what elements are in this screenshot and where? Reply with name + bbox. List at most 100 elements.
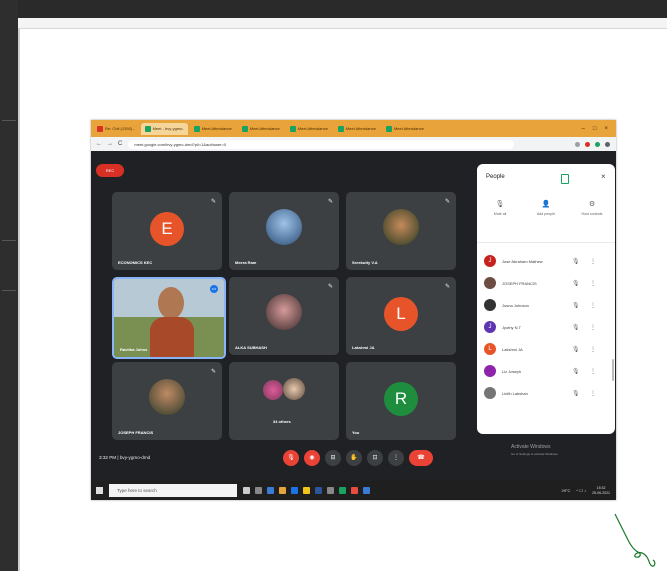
browser-tab[interactable]: Meet Attendance	[334, 123, 380, 135]
mic-off-icon: ✎	[210, 369, 216, 375]
participant-row[interactable]: L Lakshmi JA 🎙 ⋮	[477, 338, 615, 360]
maximize-icon[interactable]: □	[593, 126, 597, 132]
host-controls-button[interactable]: ⚙ Host controls	[572, 200, 612, 216]
browser-tab[interactable]: Meet Attendance	[190, 123, 236, 135]
participant-tile-self[interactable]: R You	[346, 362, 456, 440]
participant-name: Liz Joseph	[502, 368, 522, 374]
avatar: J	[484, 255, 496, 267]
panel-title: People	[486, 174, 505, 180]
participant-tile[interactable]: E ✎ ECONOMICS KEC	[112, 192, 222, 270]
participant-tile[interactable]: L ✎ Lakshmi JA	[346, 277, 456, 355]
participant-row[interactable]: Liz Joseph 🎙 ⋮	[477, 360, 615, 382]
mic-off-icon[interactable]: 🎙	[572, 280, 590, 287]
browser-tab[interactable]: Meet Attendance	[286, 123, 332, 135]
more-options-icon[interactable]: ⋮	[590, 258, 596, 265]
meeting-code: bvy-ygmo-dmd	[119, 455, 151, 460]
tab-label: Meet Attendance	[249, 125, 280, 131]
participant-tile-others[interactable]: 34 others	[229, 362, 339, 440]
participant-tile[interactable]: ✎ Meera Ram	[229, 192, 339, 270]
avatar	[149, 379, 185, 415]
participant-row[interactable]: JOSEPH FRANCIS 🎙 ⋮	[477, 272, 615, 294]
mic-off-icon[interactable]: 🎙	[572, 258, 590, 265]
add-person-icon: 👤	[541, 201, 551, 208]
participant-row[interactable]: Linith Lakshan 🎙 ⋮	[477, 382, 615, 404]
app-icon[interactable]	[327, 487, 334, 494]
tray-icons[interactable]: ^ ☐ ♪	[576, 488, 586, 493]
app-icon[interactable]	[363, 487, 370, 494]
app-icon[interactable]	[279, 487, 286, 494]
system-tray: 29°C ^ ☐ ♪ 15:32 25-06-2021	[561, 486, 616, 496]
captions-button[interactable]: ⊟	[325, 450, 341, 466]
window-controls: – □ ×	[582, 126, 616, 132]
document-icon[interactable]	[561, 174, 569, 184]
edge-icon[interactable]	[291, 487, 298, 494]
taskbar-clock[interactable]: 15:32 25-06-2021	[592, 486, 610, 496]
mic-off-icon[interactable]: 🎙	[572, 324, 590, 331]
action-label: Mute all	[493, 212, 507, 216]
task-view-icon[interactable]	[243, 487, 250, 494]
participant-tile[interactable]: ✎ JOSEPH FRANCIS	[112, 362, 222, 440]
close-icon[interactable]: ×	[601, 172, 606, 181]
participant-tile[interactable]: ✎ Sreekutty V.A	[346, 192, 456, 270]
windows-start-icon[interactable]	[96, 487, 103, 494]
close-window-icon[interactable]: ×	[604, 126, 608, 132]
more-options-icon[interactable]: ⋮	[590, 302, 596, 309]
app-icon[interactable]	[255, 487, 262, 494]
menu-icon[interactable]	[605, 141, 610, 147]
participant-name: Sreekutty V.A	[352, 260, 378, 265]
participant-name: Josna Johnson	[502, 302, 529, 308]
present-button[interactable]: ⊡	[367, 450, 383, 466]
windows-taskbar: Type here to search 29°C ^ ☐ ♪ 15:32 25-…	[91, 481, 616, 500]
app-icon[interactable]	[267, 487, 274, 494]
avatar	[266, 209, 302, 245]
camera-icon[interactable]	[575, 141, 580, 147]
meeting-time: 3:32 PM	[99, 455, 117, 460]
raise-hand-button[interactable]: ✋	[346, 450, 362, 466]
more-options-icon[interactable]: ⋮	[590, 390, 596, 397]
mic-off-icon: ✎	[444, 284, 450, 290]
url-field[interactable]: meet.google.com/bvy-ygmo-dmd?pli=1&authu…	[128, 139, 515, 149]
mic-off-icon[interactable]: 🎙	[572, 346, 590, 353]
tab-label: Meet Attendance	[393, 125, 424, 131]
avatar	[263, 380, 283, 400]
browser-tab[interactable]: Re: Chit (1392) -	[93, 123, 139, 135]
participant-row[interactable]: J Jyothy N.T 🎙 ⋮	[477, 316, 615, 338]
page-left-edge	[18, 28, 20, 571]
add-people-button[interactable]: 👤 Add people	[526, 200, 566, 216]
minimize-icon[interactable]: –	[582, 126, 585, 132]
avatar	[266, 294, 302, 330]
browser-tab[interactable]: Meet Attendance	[382, 123, 428, 135]
browser-tab[interactable]: Meet Attendance	[238, 123, 284, 135]
app-icon[interactable]	[315, 487, 322, 494]
forward-icon[interactable]: →	[107, 141, 113, 147]
people-panel: People × 🎙 Mute all 👤 Add people ⚙ Host …	[477, 164, 615, 434]
participant-tile[interactable]: ✎ ALKA SUBHASH	[229, 277, 339, 355]
camera-toggle-button[interactable]: ◉	[304, 450, 320, 466]
more-options-icon[interactable]: ⋮	[590, 368, 596, 375]
back-icon[interactable]: ←	[96, 141, 102, 147]
weather-temperature[interactable]: 29°C	[561, 488, 570, 493]
more-options-button[interactable]: ⋮	[388, 450, 404, 466]
participant-tile-speaking[interactable]: ••• Ravitha Johns	[112, 277, 226, 359]
more-options-icon[interactable]: ⋮	[590, 280, 596, 287]
folder-icon[interactable]	[303, 487, 310, 494]
reload-icon[interactable]: C	[118, 141, 122, 147]
participant-row[interactable]: Josna Johnson 🎙 ⋮	[477, 294, 615, 316]
more-options-icon[interactable]: ⋮	[590, 324, 596, 331]
chrome-icon[interactable]	[339, 487, 346, 494]
mic-off-icon[interactable]: 🎙	[572, 302, 590, 309]
participant-row[interactable]: J Jose Abraham Mathew 🎙 ⋮	[477, 250, 615, 272]
extension-icon[interactable]	[585, 141, 590, 147]
mic-toggle-button[interactable]: 🎙	[283, 450, 299, 466]
mute-all-button[interactable]: 🎙 Mute all	[480, 200, 520, 216]
browser-tab-active[interactable]: Meet - bvy-ygmo-	[140, 122, 188, 135]
scrollbar[interactable]	[612, 359, 614, 381]
more-options-icon[interactable]: ⋮	[590, 346, 596, 353]
taskbar-search-input[interactable]: Type here to search	[109, 484, 237, 497]
mic-off-icon[interactable]: 🎙	[572, 368, 590, 375]
extension-icon[interactable]	[595, 141, 600, 147]
address-bar: ← → C meet.google.com/bvy-ygmo-dmd?pli=1…	[91, 137, 616, 151]
leave-call-button[interactable]: ☎	[409, 450, 433, 466]
mic-off-icon[interactable]: 🎙	[572, 390, 590, 397]
app-icon[interactable]	[351, 487, 358, 494]
